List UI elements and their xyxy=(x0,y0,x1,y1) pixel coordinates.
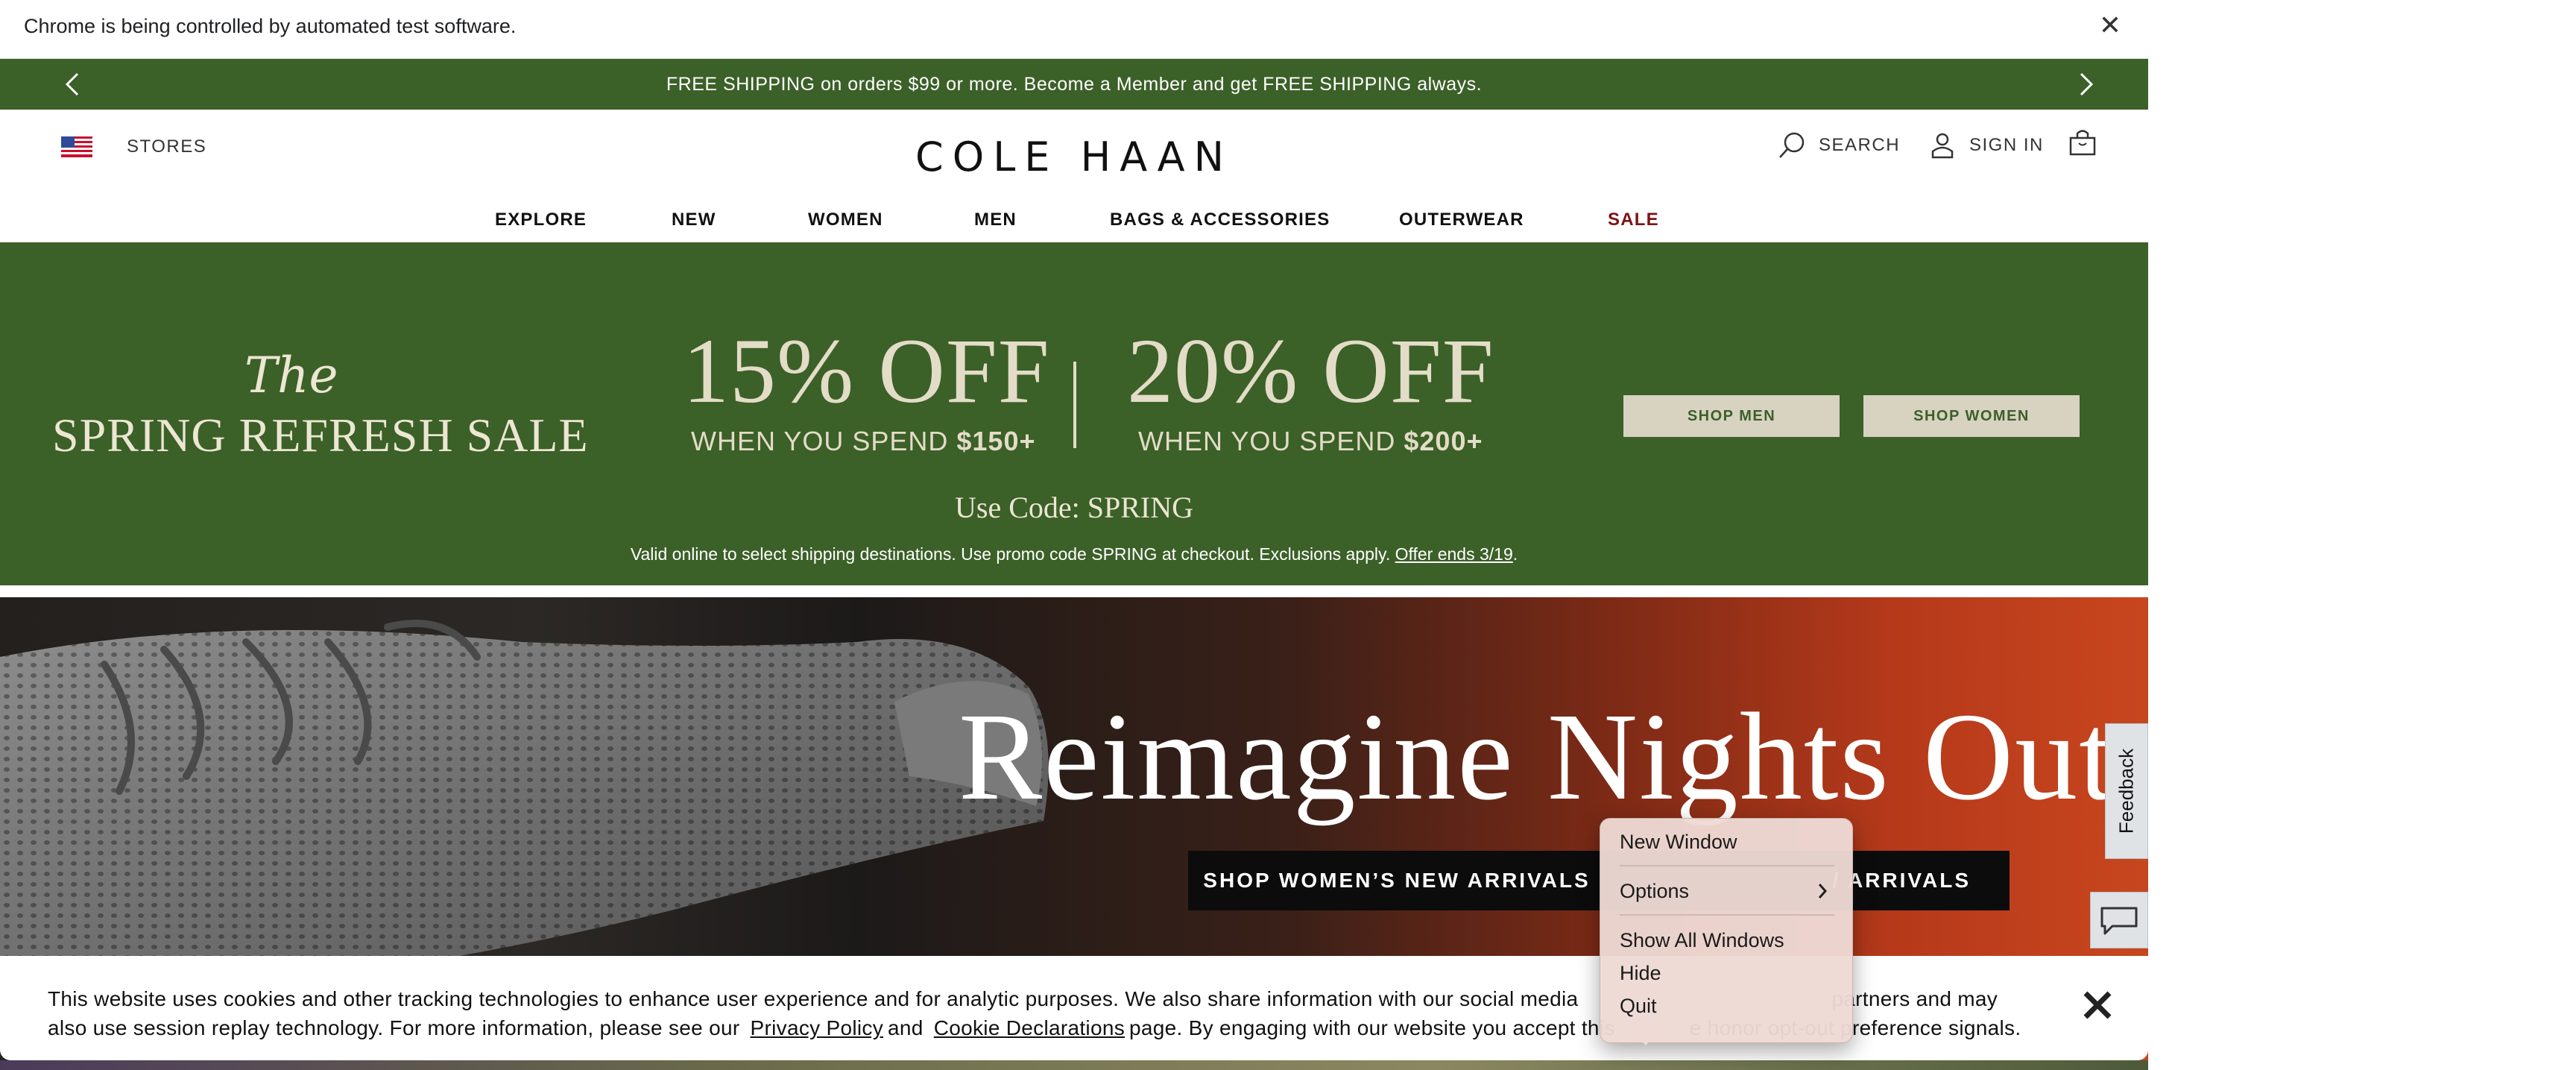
promo-strip: FREE SHIPPING on orders $99 or more. Bec… xyxy=(0,59,2148,110)
hero-title: Reimagine Nights Out xyxy=(959,687,2115,826)
offer-15-prefix: WHEN YOU SPEND xyxy=(691,426,957,456)
search-button[interactable]: SEARCH xyxy=(1775,129,1900,162)
feedback-tab[interactable]: Feedback xyxy=(2105,723,2148,859)
menu-separator xyxy=(1620,865,1834,866)
bag-icon[interactable] xyxy=(2066,126,2099,159)
cookie-and: and xyxy=(888,1016,924,1039)
window-background xyxy=(2148,0,2576,1070)
feedback-label: Feedback xyxy=(2115,748,2138,834)
menu-pointer xyxy=(1629,1027,1662,1045)
sale-title-the: The xyxy=(244,347,338,404)
nav-sale[interactable]: SALE xyxy=(1608,210,1659,230)
chevron-right-menu-icon xyxy=(1818,884,1828,899)
nav-bags-accessories[interactable]: BAGS & ACCESSORIES xyxy=(1110,210,1330,230)
site-header: STORES COLE HAAN SEARCH SIGN IN EXPLORE … xyxy=(0,110,2148,242)
dock-context-menu: New Window Options Show All Windows Hide… xyxy=(1600,818,1853,1043)
offer-20-percent: 20% OFF xyxy=(1127,320,1494,422)
chat-icon[interactable] xyxy=(2090,892,2148,948)
fine-print-end: . xyxy=(1512,544,1518,564)
close-icon[interactable]: ✕ xyxy=(2099,10,2121,40)
sale-fine-print: Valid online to select shipping destinat… xyxy=(0,544,2148,564)
automation-infobar: Chrome is being controlled by automated … xyxy=(0,0,2148,59)
offer-20-amount: $200+ xyxy=(1404,426,1483,456)
sign-in-button[interactable]: SIGN IN xyxy=(1926,129,2044,162)
offer-divider xyxy=(1073,362,1076,448)
main-nav: EXPLORE NEW WOMEN MEN BAGS & ACCESSORIES… xyxy=(0,204,2148,239)
menu-separator xyxy=(1620,914,1834,916)
offer-15-amount: $150+ xyxy=(956,426,1036,456)
offer-15-percent: 15% OFF xyxy=(683,320,1050,422)
shop-womens-new-arrivals-button[interactable]: SHOP WOMEN’S NEW ARRIVALS xyxy=(1188,851,1606,910)
offer-20-prefix: WHEN YOU SPEND xyxy=(1138,426,1404,456)
cookie-declarations-link[interactable]: Cookie Declarations xyxy=(934,1016,1125,1039)
promo-code: Use Code: SPRING xyxy=(954,491,1194,524)
close-icon[interactable] xyxy=(2080,987,2115,1023)
fine-print-text: Valid online to select shipping destinat… xyxy=(630,544,1395,564)
promo-text: FREE SHIPPING on orders $99 or more. Bec… xyxy=(666,74,1483,95)
nav-women[interactable]: WOMEN xyxy=(808,210,883,230)
shop-women-button[interactable]: SHOP WOMEN xyxy=(1863,395,2080,437)
automation-message: Chrome is being controlled by automated … xyxy=(24,15,517,37)
menu-options[interactable]: Options xyxy=(1620,880,1689,903)
menu-quit[interactable]: Quit xyxy=(1620,995,1657,1018)
search-icon xyxy=(1779,132,1805,158)
offer-15-condition: WHEN YOU SPEND $150+ xyxy=(691,426,1036,457)
menu-new-window[interactable]: New Window xyxy=(1620,831,1737,854)
offer-ends-link[interactable]: Offer ends 3/19 xyxy=(1395,544,1513,564)
menu-show-all-windows[interactable]: Show All Windows xyxy=(1620,929,1784,952)
cookie-text-line2: also use session replay technology. For … xyxy=(48,1016,740,1039)
sale-title: SPRING REFRESH SALE xyxy=(52,409,589,462)
nav-men[interactable]: MEN xyxy=(974,210,1017,230)
cookie-text-line1-end: partners and may xyxy=(1831,987,1998,1010)
next-section-peek xyxy=(0,1060,2148,1070)
nav-explore[interactable]: EXPLORE xyxy=(495,210,587,230)
sign-in-label: SIGN IN xyxy=(1969,135,2044,155)
page: Chrome is being controlled by automated … xyxy=(0,0,2576,1070)
user-icon xyxy=(1931,133,1954,159)
privacy-policy-link[interactable]: Privacy Policy xyxy=(751,1016,883,1039)
menu-hide[interactable]: Hide xyxy=(1620,962,1661,985)
nav-new[interactable]: NEW xyxy=(672,210,716,230)
cookie-text-end: page. By engaging with our website you a… xyxy=(1129,1016,1615,1039)
chevron-right-icon[interactable] xyxy=(2068,66,2103,102)
nav-outerwear[interactable]: OUTERWEAR xyxy=(1399,210,1524,230)
spring-sale-banner: The SPRING REFRESH SALE 15% OFF WHEN YOU… xyxy=(0,242,2148,585)
shop-men-button[interactable]: SHOP MEN xyxy=(1623,395,1840,437)
cookie-text-line1: This website uses cookies and other trac… xyxy=(48,987,1579,1010)
search-label: SEARCH xyxy=(1819,135,1901,155)
offer-20-condition: WHEN YOU SPEND $200+ xyxy=(1138,426,1483,457)
